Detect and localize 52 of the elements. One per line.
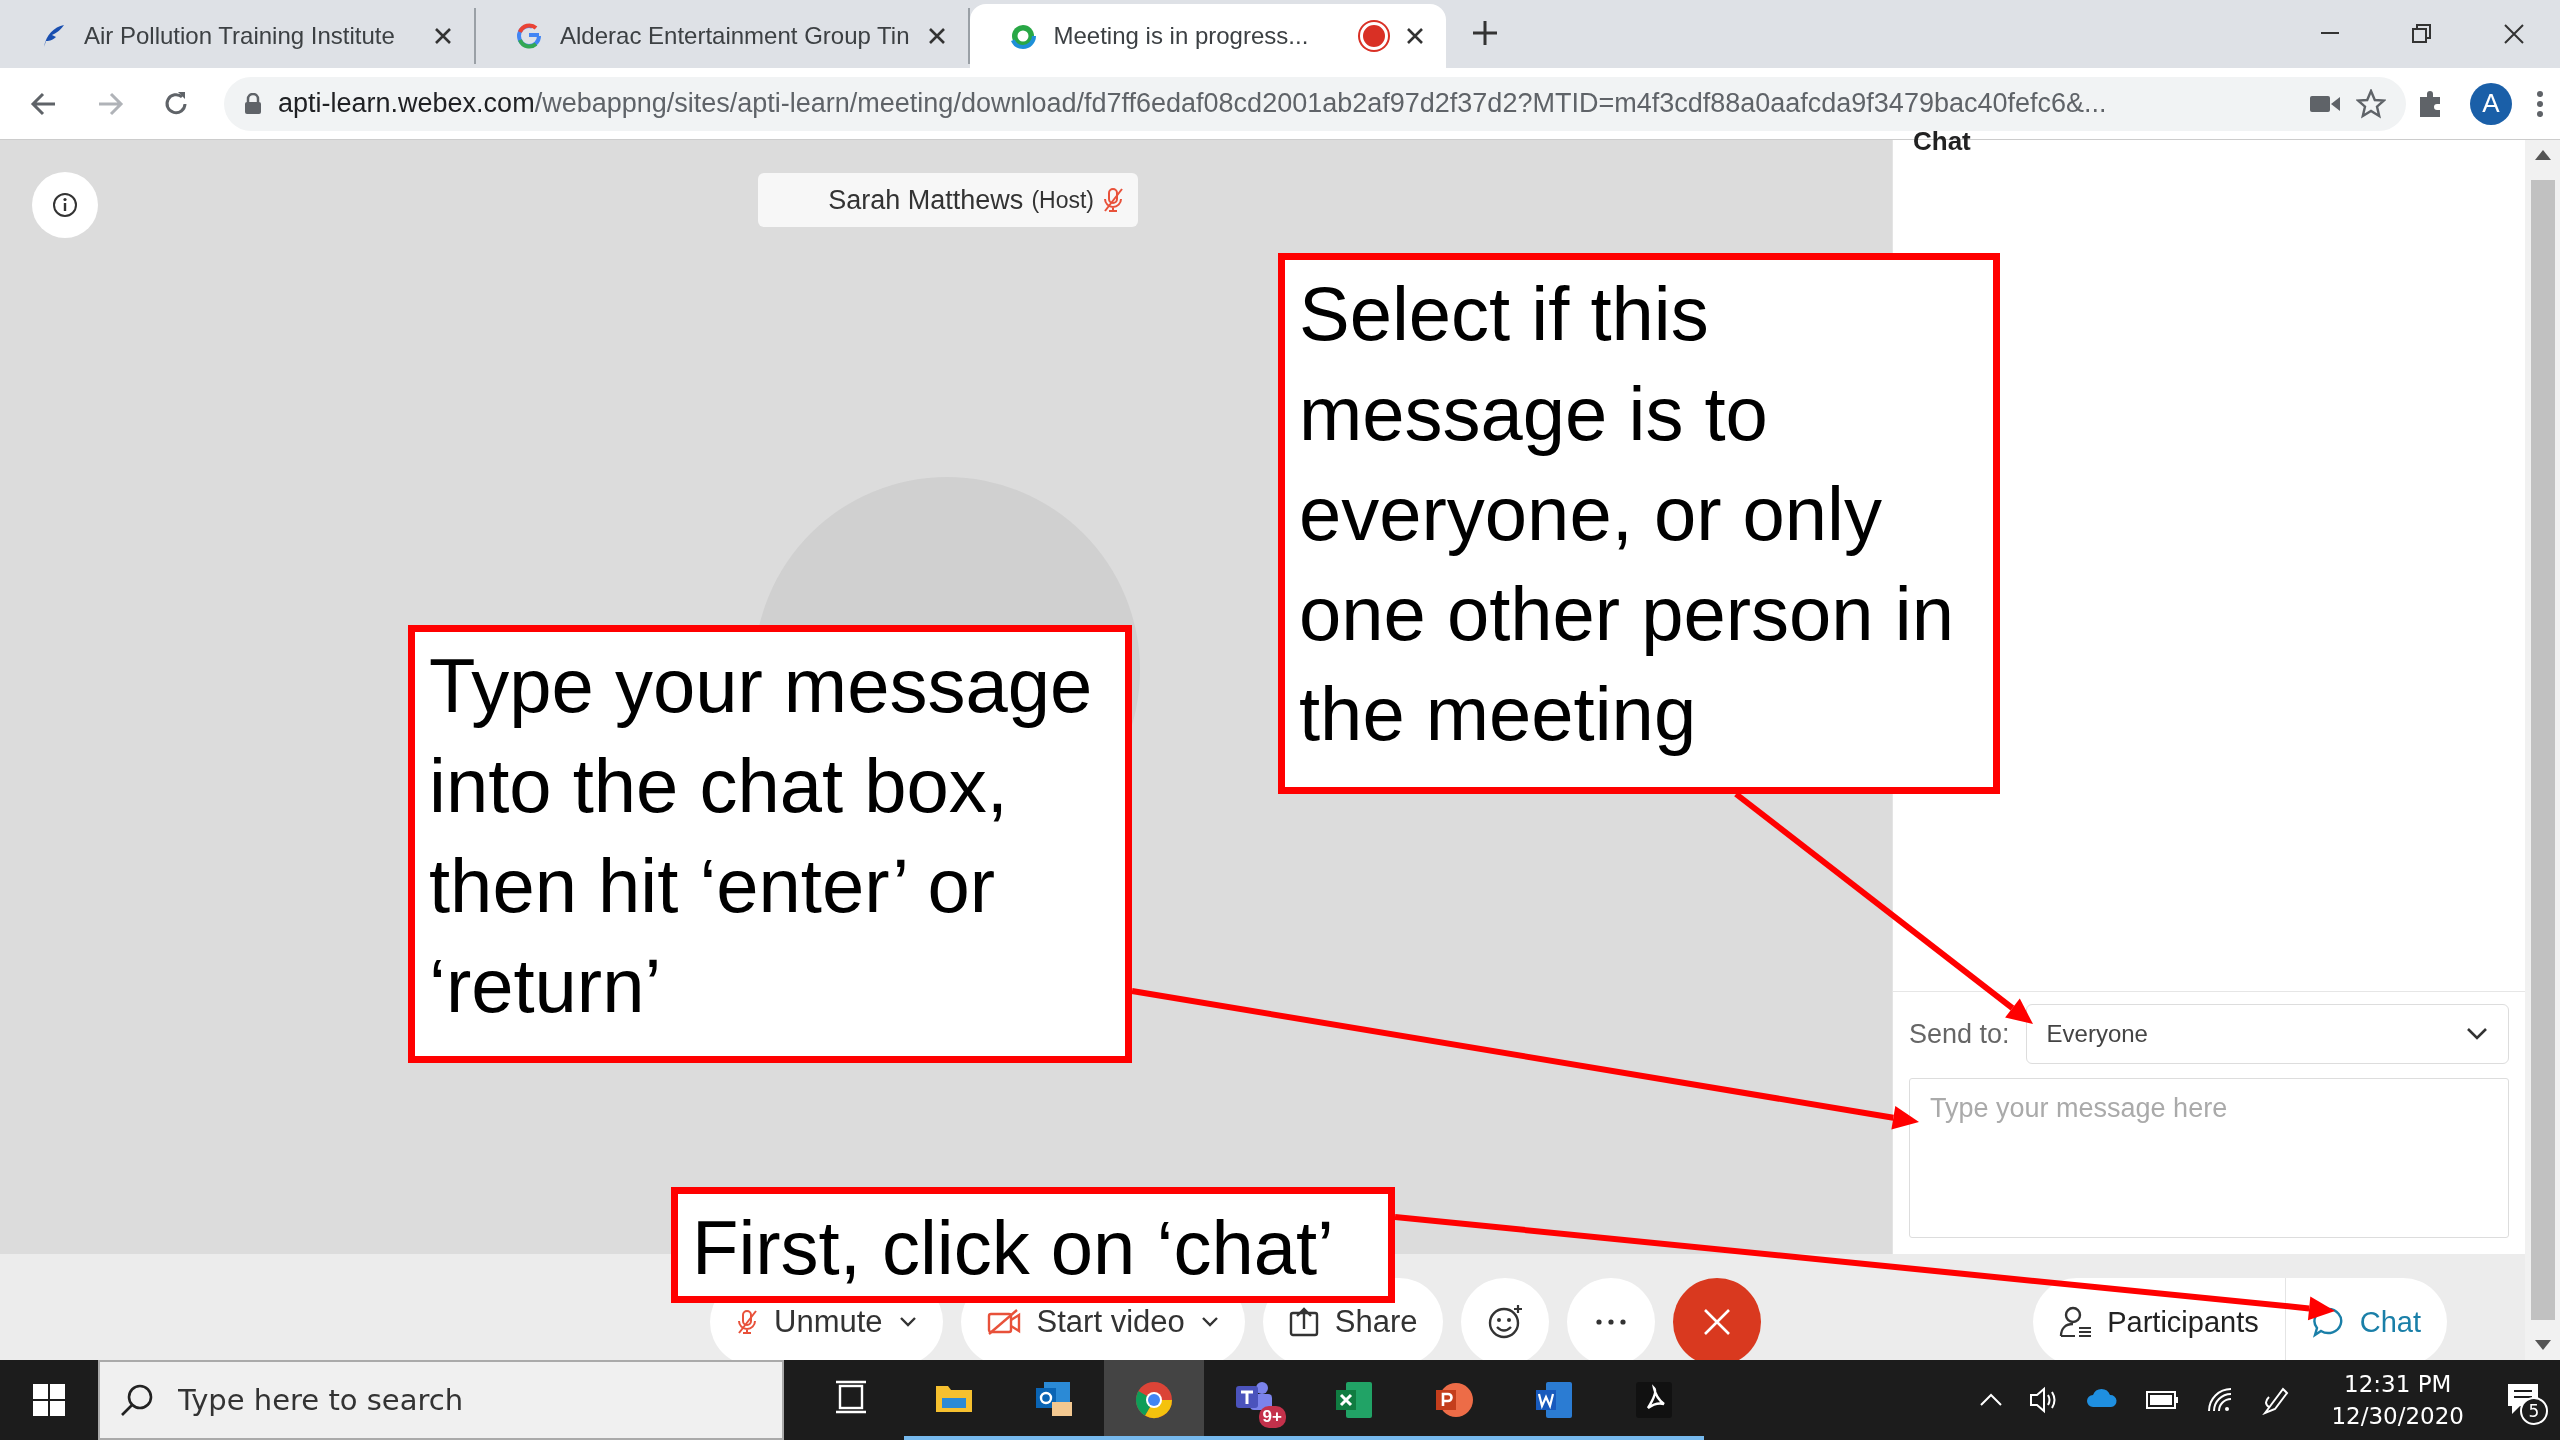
browser-tab[interactable]: Air Pollution Training Institute: [0, 8, 476, 64]
camera-off-icon: [986, 1308, 1021, 1336]
windows-icon[interactable]: [33, 1384, 65, 1416]
scrollbar[interactable]: [2525, 140, 2560, 1360]
close-icon[interactable]: [1405, 27, 1424, 45]
pdf-icon[interactable]: [1634, 1380, 1674, 1420]
search-icon: [120, 1383, 154, 1417]
spreadsheet-icon[interactable]: [1334, 1380, 1374, 1420]
close-icon: [1703, 1308, 1732, 1336]
notification-badge: 9+: [1258, 1406, 1286, 1428]
scroll-up-icon[interactable]: [2534, 150, 2551, 160]
person-icon: [2059, 1306, 2094, 1338]
muted-mic-icon: [736, 1309, 758, 1335]
share-icon: [1288, 1307, 1319, 1337]
slides-icon[interactable]: [1434, 1380, 1474, 1420]
chevron-down-icon[interactable]: [1200, 1316, 1219, 1328]
browser-tab[interactable]: Alderac Entertainment Group Tin: [476, 8, 970, 64]
browser-icon[interactable]: [1134, 1380, 1174, 1420]
close-icon[interactable]: [2503, 23, 2525, 45]
new-tab-icon[interactable]: [1471, 19, 1498, 46]
search-field[interactable]: Type here to search: [98, 1360, 784, 1440]
ring-icon: [1009, 23, 1036, 49]
video-camera-icon[interactable]: [2310, 93, 2340, 114]
address-bar[interactable]: apti-learn.webex.com/webappng/sites/apti-learn/meeting/download/fd7ff6edaf08cd2001ab2af97d2f37d2?MTID=m4f3cdf88a0aafcda9f3479bac40fefc6&...: [224, 76, 2406, 131]
notification-badge: 5: [2520, 1396, 2548, 1425]
participant-name: Sarah Matthews: [828, 184, 1024, 216]
scroll-down-icon[interactable]: [2534, 1340, 2551, 1350]
recipient-dropdown[interactable]: Everyone: [2025, 1004, 2509, 1064]
chevron-down-icon[interactable]: [898, 1316, 917, 1328]
participant-role: (Host): [1031, 186, 1094, 214]
message-field[interactable]: Type your message here: [1909, 1078, 2509, 1238]
menu-icon[interactable]: [2536, 88, 2544, 119]
annotation-tooltip: First, click on ‘chat’: [671, 1187, 1395, 1303]
recording-icon: [1359, 22, 1388, 50]
restore-icon[interactable]: [2411, 23, 2433, 45]
google-icon: [516, 23, 542, 49]
star-icon[interactable]: [2356, 88, 2386, 119]
close-icon[interactable]: [434, 27, 452, 45]
annotation-tooltip: Select if this message is to everyone, or only one other person in the meeting: [1278, 253, 2000, 794]
document-icon[interactable]: [1534, 1380, 1574, 1420]
profile-avatar[interactable]: A: [2470, 82, 2512, 125]
info-icon[interactable]: [52, 192, 78, 218]
url-text: apti-learn.webex.com/webappng/sites/apti-learn/meeting/download/fd7ff6edaf08cd2001ab2af97d2f37d2?MTID=m4f3cdf88a0aafcda9f3479bac40fefc6&...: [278, 88, 2108, 119]
more-icon[interactable]: [1596, 1319, 1627, 1325]
close-icon[interactable]: [927, 27, 946, 45]
chevron-down-icon: [2466, 1027, 2488, 1041]
clock[interactable]: 12:31 PM 12/30/2020: [2325, 1370, 2470, 1430]
field-label: Send to:: [1909, 1018, 2010, 1050]
emoji-icon[interactable]: [1487, 1304, 1524, 1340]
annotation-tooltip: Type your message into the chat box, then hit ‘enter’ or ‘return’: [408, 625, 1132, 1063]
lock-icon: [244, 92, 262, 115]
browser-tab[interactable]: Meeting is in progress...: [969, 4, 1446, 68]
